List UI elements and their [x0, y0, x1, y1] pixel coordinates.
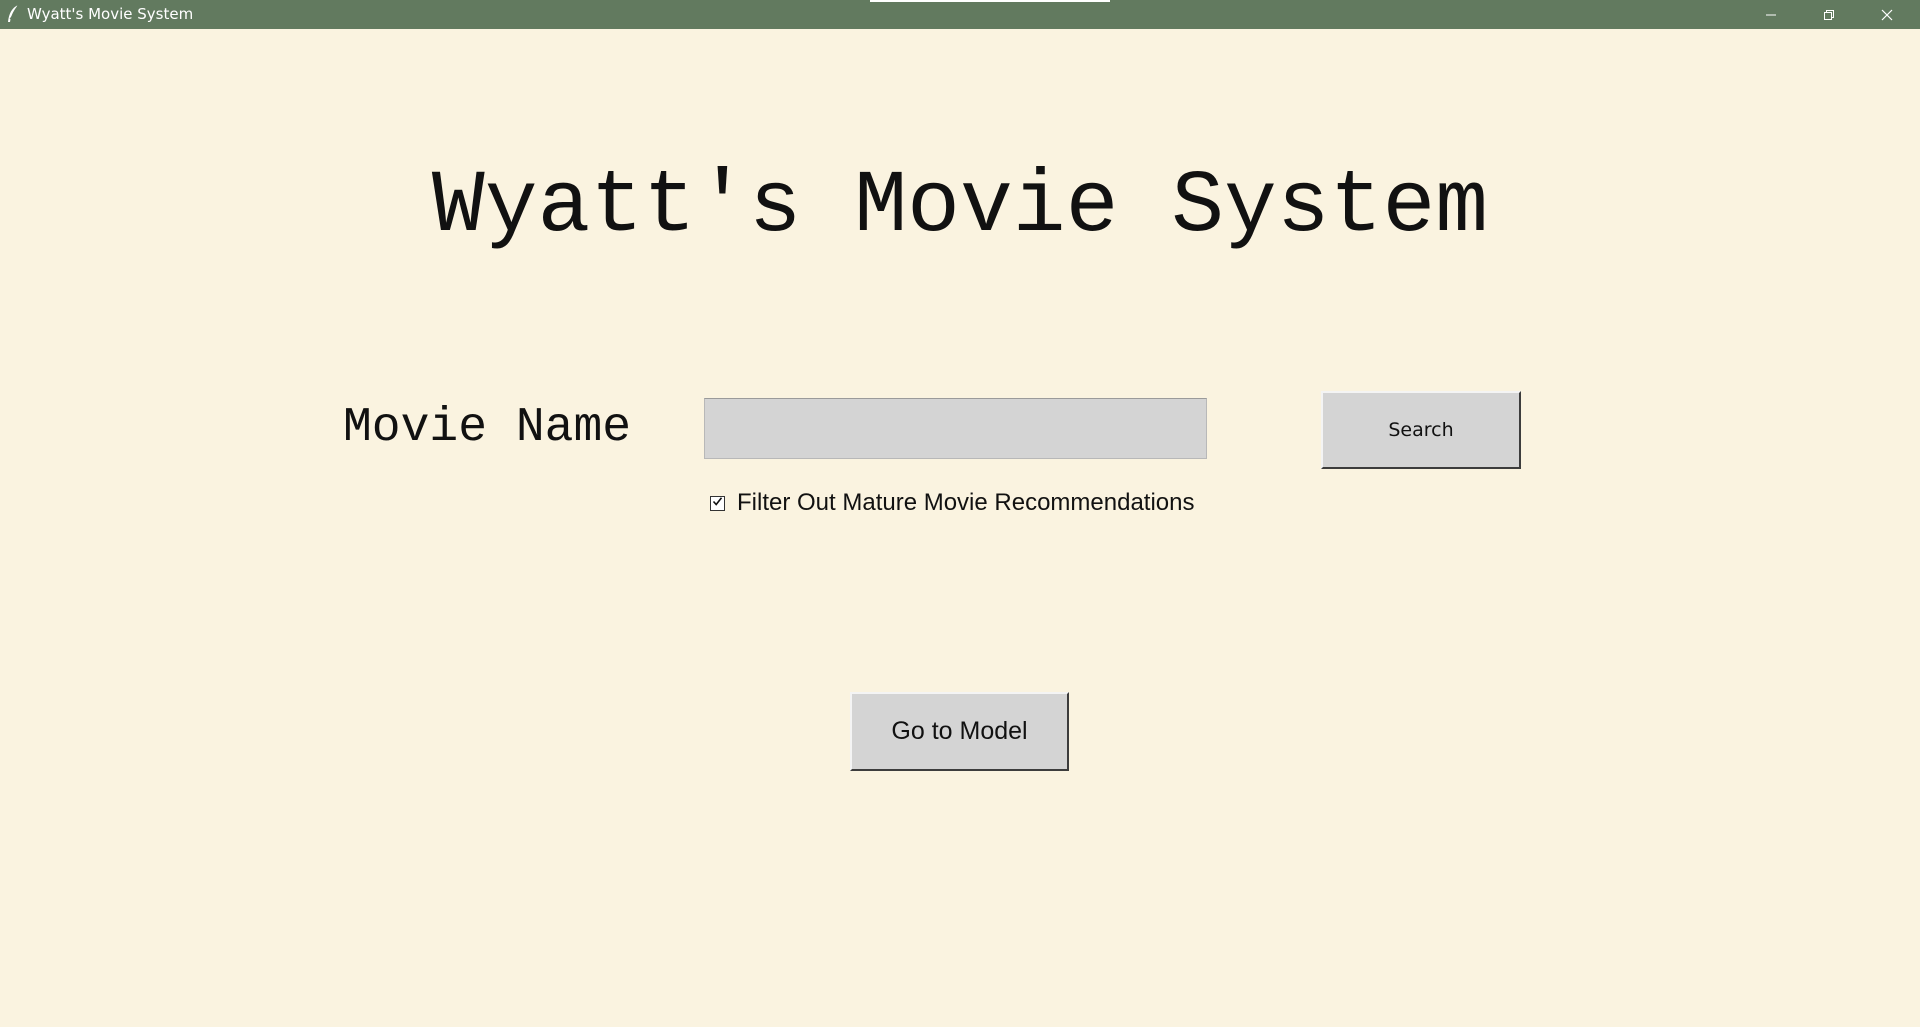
restore-button[interactable]	[1800, 0, 1858, 29]
minimize-button[interactable]	[1742, 0, 1800, 29]
checkmark-icon	[712, 494, 723, 512]
mature-filter-checkbox[interactable]	[710, 494, 725, 512]
go-to-model-button[interactable]: Go to Model	[850, 692, 1069, 771]
title-bar[interactable]: Wyatt's Movie System	[0, 0, 1920, 29]
go-to-model-label: Go to Model	[891, 717, 1028, 745]
close-icon	[1881, 9, 1893, 21]
movie-name-label: Movie Name	[343, 401, 632, 455]
title-accent-bar	[870, 0, 1110, 2]
app-window: Wyatt's Movie System Wyatt's Movie Syste…	[0, 0, 1920, 1027]
restore-icon	[1823, 9, 1835, 21]
mature-filter-row[interactable]: Filter Out Mature Movie Recommendations	[710, 488, 1195, 518]
close-button[interactable]	[1858, 0, 1916, 29]
search-button-label: Search	[1388, 419, 1454, 441]
movie-name-input[interactable]	[704, 398, 1207, 459]
feather-icon	[6, 4, 20, 24]
minimize-icon	[1765, 9, 1777, 21]
window-title: Wyatt's Movie System	[27, 5, 194, 23]
mature-filter-label: Filter Out Mature Movie Recommendations	[737, 489, 1195, 516]
page-title: Wyatt's Movie System	[431, 158, 1489, 257]
search-button[interactable]: Search	[1321, 391, 1521, 469]
